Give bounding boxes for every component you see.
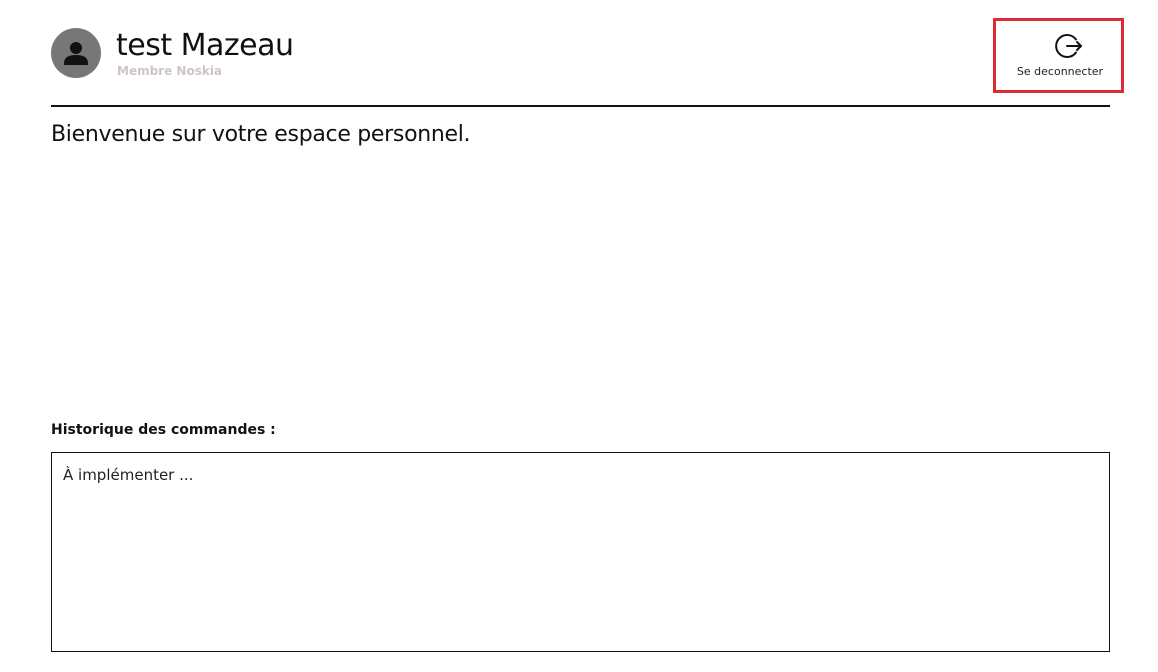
- profile-header: test Mazeau Membre Noskia Se deconnecter: [51, 18, 1124, 106]
- logout-button[interactable]: Se deconnecter: [993, 18, 1124, 93]
- order-history-placeholder: À implémenter ...: [63, 466, 194, 484]
- welcome-heading: Bienvenue sur votre espace personnel.: [51, 122, 471, 147]
- avatar: [51, 28, 101, 78]
- logout-icon: [1055, 34, 1082, 58]
- user-role: Membre Noskia: [117, 64, 223, 78]
- header-divider: [51, 105, 1110, 107]
- order-history-panel: À implémenter ...: [51, 452, 1110, 652]
- logout-label: Se deconnecter: [1016, 65, 1104, 78]
- order-history-label: Historique des commandes :: [51, 422, 276, 438]
- user-name: test Mazeau: [116, 28, 294, 63]
- person-icon: [64, 42, 88, 65]
